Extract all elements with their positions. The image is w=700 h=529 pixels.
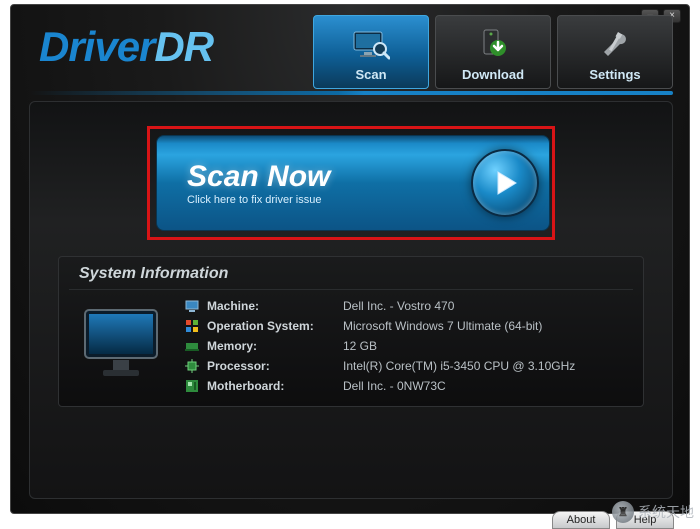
row-motherboard: Motherboard: Dell Inc. - 0NW73C <box>185 376 575 396</box>
processor-label: Processor: <box>207 359 335 373</box>
play-arrow-icon <box>471 149 539 217</box>
watermark-badge-icon: ♜ <box>612 501 634 523</box>
about-button[interactable]: About <box>552 511 610 529</box>
scan-button-subtitle: Click here to fix driver issue <box>187 194 451 206</box>
monitor-icon <box>79 304 169 389</box>
tab-scan-label: Scan <box>355 67 386 82</box>
memory-value: 12 GB <box>343 339 377 353</box>
download-icon <box>476 28 510 63</box>
watermark-text: 系统天地 <box>638 502 694 522</box>
tab-settings-label: Settings <box>589 67 640 82</box>
motherboard-icon <box>185 379 199 393</box>
system-information-panel: System Information <box>58 256 644 407</box>
row-os: Operation System: Microsoft Windows 7 Ul… <box>185 316 575 336</box>
system-information-heading: System Information <box>69 263 633 290</box>
windows-icon <box>185 319 199 333</box>
tab-download[interactable]: Download <box>435 15 551 89</box>
tab-scan[interactable]: Scan <box>313 15 429 89</box>
memory-label: Memory: <box>207 339 335 353</box>
tab-download-label: Download <box>462 67 524 82</box>
row-machine: Machine: Dell Inc. - Vostro 470 <box>185 296 575 316</box>
row-processor: Processor: Intel(R) Core(TM) i5-3450 CPU… <box>185 356 575 376</box>
computer-icon <box>185 299 199 313</box>
cpu-icon <box>185 359 199 373</box>
tab-settings[interactable]: Settings <box>557 15 673 89</box>
app-window: – × DriverDR Scan <box>10 4 690 514</box>
scan-button-text: Scan Now Click here to fix driver issue <box>187 160 451 206</box>
watermark: ♜ 系统天地 <box>612 501 694 523</box>
machine-label: Machine: <box>207 299 335 313</box>
ram-icon <box>185 339 199 353</box>
tab-bar: Scan Download Settings <box>313 15 673 89</box>
processor-value: Intel(R) Core(TM) i5-3450 CPU @ 3.10GHz <box>343 359 575 373</box>
tab-underline <box>29 91 673 95</box>
row-memory: Memory: 12 GB <box>185 336 575 356</box>
tools-icon <box>598 30 632 63</box>
logo-part1: Driver <box>39 23 154 70</box>
logo-part2: DR <box>154 23 213 70</box>
os-label: Operation System: <box>207 319 335 333</box>
monitor-search-icon <box>352 30 390 63</box>
scan-now-button[interactable]: Scan Now Click here to fix driver issue <box>156 135 550 231</box>
scan-highlight-box: Scan Now Click here to fix driver issue <box>147 126 555 240</box>
motherboard-label: Motherboard: <box>207 379 335 393</box>
scan-button-title: Scan Now <box>187 160 451 194</box>
machine-value: Dell Inc. - Vostro 470 <box>343 299 454 313</box>
system-info-table: Machine: Dell Inc. - Vostro 470 Operatio… <box>185 296 575 396</box>
motherboard-value: Dell Inc. - 0NW73C <box>343 379 446 393</box>
os-value: Microsoft Windows 7 Ultimate (64-bit) <box>343 319 542 333</box>
main-panel: Scan Now Click here to fix driver issue … <box>29 101 673 499</box>
app-logo: DriverDR <box>39 23 213 71</box>
